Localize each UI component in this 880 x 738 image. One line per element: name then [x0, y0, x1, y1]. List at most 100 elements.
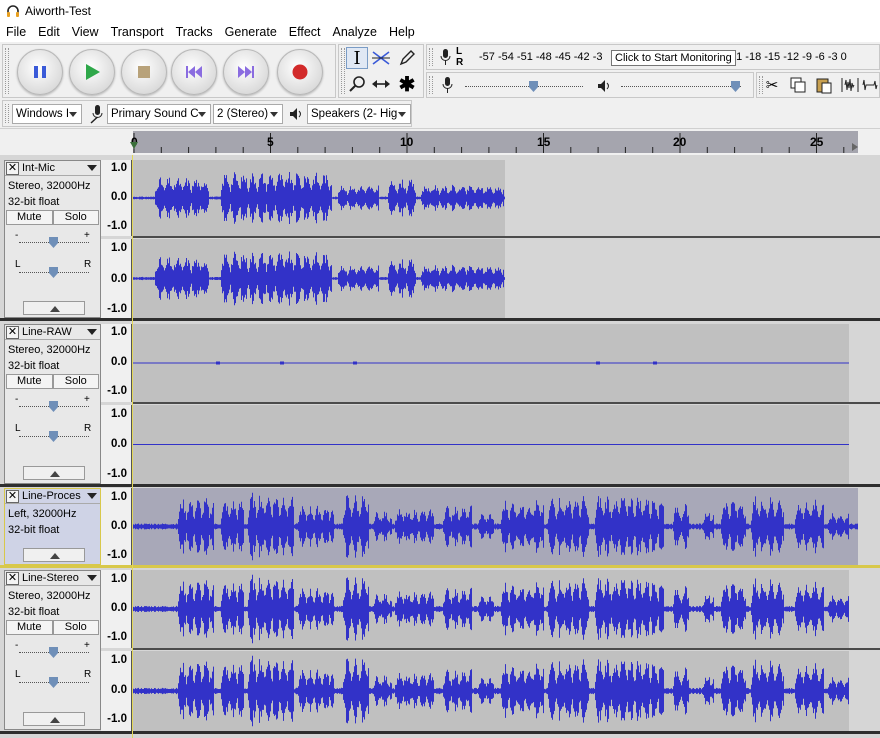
- toolbar-grip[interactable]: [341, 48, 345, 94]
- audio-host-dropdown[interactable]: Windows I: [12, 104, 82, 124]
- track-control-panel[interactable]: ✕ Int-Mic Stereo, 32000Hz 32-bit float M…: [4, 160, 101, 318]
- waveform-shape: [133, 361, 849, 365]
- play-button[interactable]: [69, 49, 115, 95]
- toolbar-grip[interactable]: [5, 48, 9, 94]
- mute-button[interactable]: Mute: [6, 620, 53, 635]
- close-track-button[interactable]: ✕: [6, 162, 19, 175]
- solo-button[interactable]: Solo: [52, 210, 99, 225]
- gain-slider[interactable]: [19, 647, 89, 659]
- mute-button[interactable]: Mute: [6, 210, 53, 225]
- playback-volume-slider[interactable]: [621, 81, 741, 93]
- menu-effect[interactable]: Effect: [283, 25, 327, 39]
- solo-button[interactable]: Solo: [52, 620, 99, 635]
- menu-analyze[interactable]: Analyze: [327, 25, 383, 39]
- gain-slider[interactable]: [19, 401, 89, 413]
- menu-tracks[interactable]: Tracks: [170, 25, 219, 39]
- paste-button[interactable]: [813, 74, 835, 96]
- asterisk-icon: ✱: [398, 73, 416, 96]
- track-name-menu[interactable]: Line-RAW: [22, 325, 88, 340]
- playback-device-dropdown[interactable]: Speakers (2- Hig: [307, 104, 411, 124]
- play-head-icon[interactable]: [130, 142, 140, 152]
- skip-to-start-button[interactable]: [171, 49, 217, 95]
- scissors-icon: ✂: [765, 77, 779, 94]
- gain-slider[interactable]: [19, 237, 89, 249]
- amplitude-ruler[interactable]: 1.0 0.0 -1.0: [101, 239, 132, 318]
- time-shift-tool[interactable]: [370, 73, 392, 95]
- close-track-button[interactable]: ✕: [6, 490, 19, 503]
- collapse-track-button[interactable]: [23, 548, 85, 562]
- menu-file[interactable]: File: [0, 25, 32, 39]
- track-menu-arrow-icon[interactable]: [87, 329, 97, 335]
- skip-to-end-button[interactable]: [223, 49, 269, 95]
- waveform-channel[interactable]: [133, 570, 880, 648]
- collapse-track-button[interactable]: [23, 712, 85, 726]
- draw-tool[interactable]: [396, 47, 418, 69]
- copy-button[interactable]: [787, 74, 809, 96]
- collapse-track-button[interactable]: [23, 466, 85, 480]
- close-track-button[interactable]: ✕: [6, 572, 19, 585]
- record-button[interactable]: [277, 49, 323, 95]
- menu-edit[interactable]: Edit: [32, 25, 66, 39]
- microphone-icon: [440, 49, 451, 65]
- track-control-panel[interactable]: ✕ Line-Stereo Stereo, 32000Hz 32-bit flo…: [4, 570, 101, 730]
- pan-slider[interactable]: [19, 267, 89, 279]
- amplitude-ruler[interactable]: 1.0 0.0 -1.0: [101, 570, 132, 648]
- track-name-menu[interactable]: Line-Proces: [22, 489, 88, 504]
- recording-channels-dropdown[interactable]: 2 (Stereo): [213, 104, 283, 124]
- record-meter-scale[interactable]: -57 -54 -51 -48 -45 -42 -3: [479, 51, 609, 63]
- pause-button[interactable]: [17, 49, 63, 95]
- pan-slider[interactable]: [19, 431, 89, 443]
- trim-button[interactable]: [839, 74, 861, 96]
- recording-volume-slider[interactable]: [465, 81, 583, 93]
- menu-view[interactable]: View: [66, 25, 105, 39]
- pan-slider[interactable]: [19, 677, 89, 689]
- stop-button[interactable]: [121, 49, 167, 95]
- close-track-button[interactable]: ✕: [6, 326, 19, 339]
- amplitude-ruler[interactable]: 1.0 0.0 -1.0: [101, 488, 132, 565]
- toolbar-grip[interactable]: [429, 48, 433, 66]
- selection-tool[interactable]: I: [346, 47, 368, 69]
- device-toolbar: Windows I Primary Sound C 2 (Stereo) Spe…: [2, 100, 412, 127]
- waveform-channel[interactable]: [133, 405, 880, 484]
- track-name-menu[interactable]: Line-Stereo: [22, 571, 88, 586]
- menu-generate[interactable]: Generate: [219, 25, 283, 39]
- amplitude-ruler[interactable]: 1.0 0.0 -1.0: [101, 405, 132, 484]
- waveform-channel[interactable]: [133, 324, 880, 402]
- track-menu-arrow-icon[interactable]: [87, 575, 97, 581]
- mute-button[interactable]: Mute: [6, 374, 53, 389]
- menu-transport[interactable]: Transport: [105, 25, 170, 39]
- track-menu-arrow-icon[interactable]: [87, 165, 97, 171]
- copy-icon: [790, 77, 806, 93]
- menu-help[interactable]: Help: [383, 25, 421, 39]
- timeline-ruler[interactable]: 0 5 10 15 20 25: [0, 128, 880, 154]
- waveform-channel[interactable]: [133, 239, 880, 318]
- waveform-channel[interactable]: [133, 160, 880, 236]
- track-control-panel[interactable]: ✕ Line-RAW Stereo, 32000Hz 32-bit float …: [4, 324, 101, 484]
- waveform-shape: [133, 492, 858, 561]
- collapse-track-button[interactable]: [23, 301, 85, 315]
- i-beam-icon: I: [353, 47, 361, 69]
- multi-tool[interactable]: ✱: [396, 73, 418, 96]
- track-control-panel[interactable]: ✕ Line-Proces Left, 32000Hz 32-bit float: [4, 488, 101, 565]
- cut-button[interactable]: ✂: [761, 74, 783, 96]
- transport-toolbar: [2, 44, 336, 98]
- waveform-channel[interactable]: [133, 488, 880, 565]
- track-name-menu[interactable]: Int-Mic: [22, 161, 88, 176]
- track-menu-arrow-icon[interactable]: [87, 493, 97, 499]
- recording-device-dropdown[interactable]: Primary Sound C: [107, 104, 211, 124]
- skip-to-end-icon: [238, 66, 254, 78]
- amp-label: -1.0: [107, 713, 127, 725]
- toolbar-grip[interactable]: [429, 76, 433, 94]
- amp-label: -1.0: [107, 220, 127, 232]
- amplitude-ruler[interactable]: 1.0 0.0 -1.0: [101, 324, 132, 402]
- waveform-channel[interactable]: [133, 651, 880, 731]
- envelope-tool[interactable]: [370, 47, 392, 69]
- amplitude-ruler[interactable]: 1.0 0.0 -1.0: [101, 160, 132, 236]
- silence-button[interactable]: [861, 74, 879, 96]
- amplitude-ruler[interactable]: 1.0 0.0 -1.0: [101, 651, 132, 731]
- zoom-tool[interactable]: [346, 73, 368, 95]
- record-meter-scale-tail[interactable]: 21 -18 -15 -12 -9 -6 -3 0: [730, 51, 847, 63]
- solo-button[interactable]: Solo: [52, 374, 99, 389]
- stop-icon: [138, 66, 150, 78]
- toolbar-grip[interactable]: [5, 104, 9, 123]
